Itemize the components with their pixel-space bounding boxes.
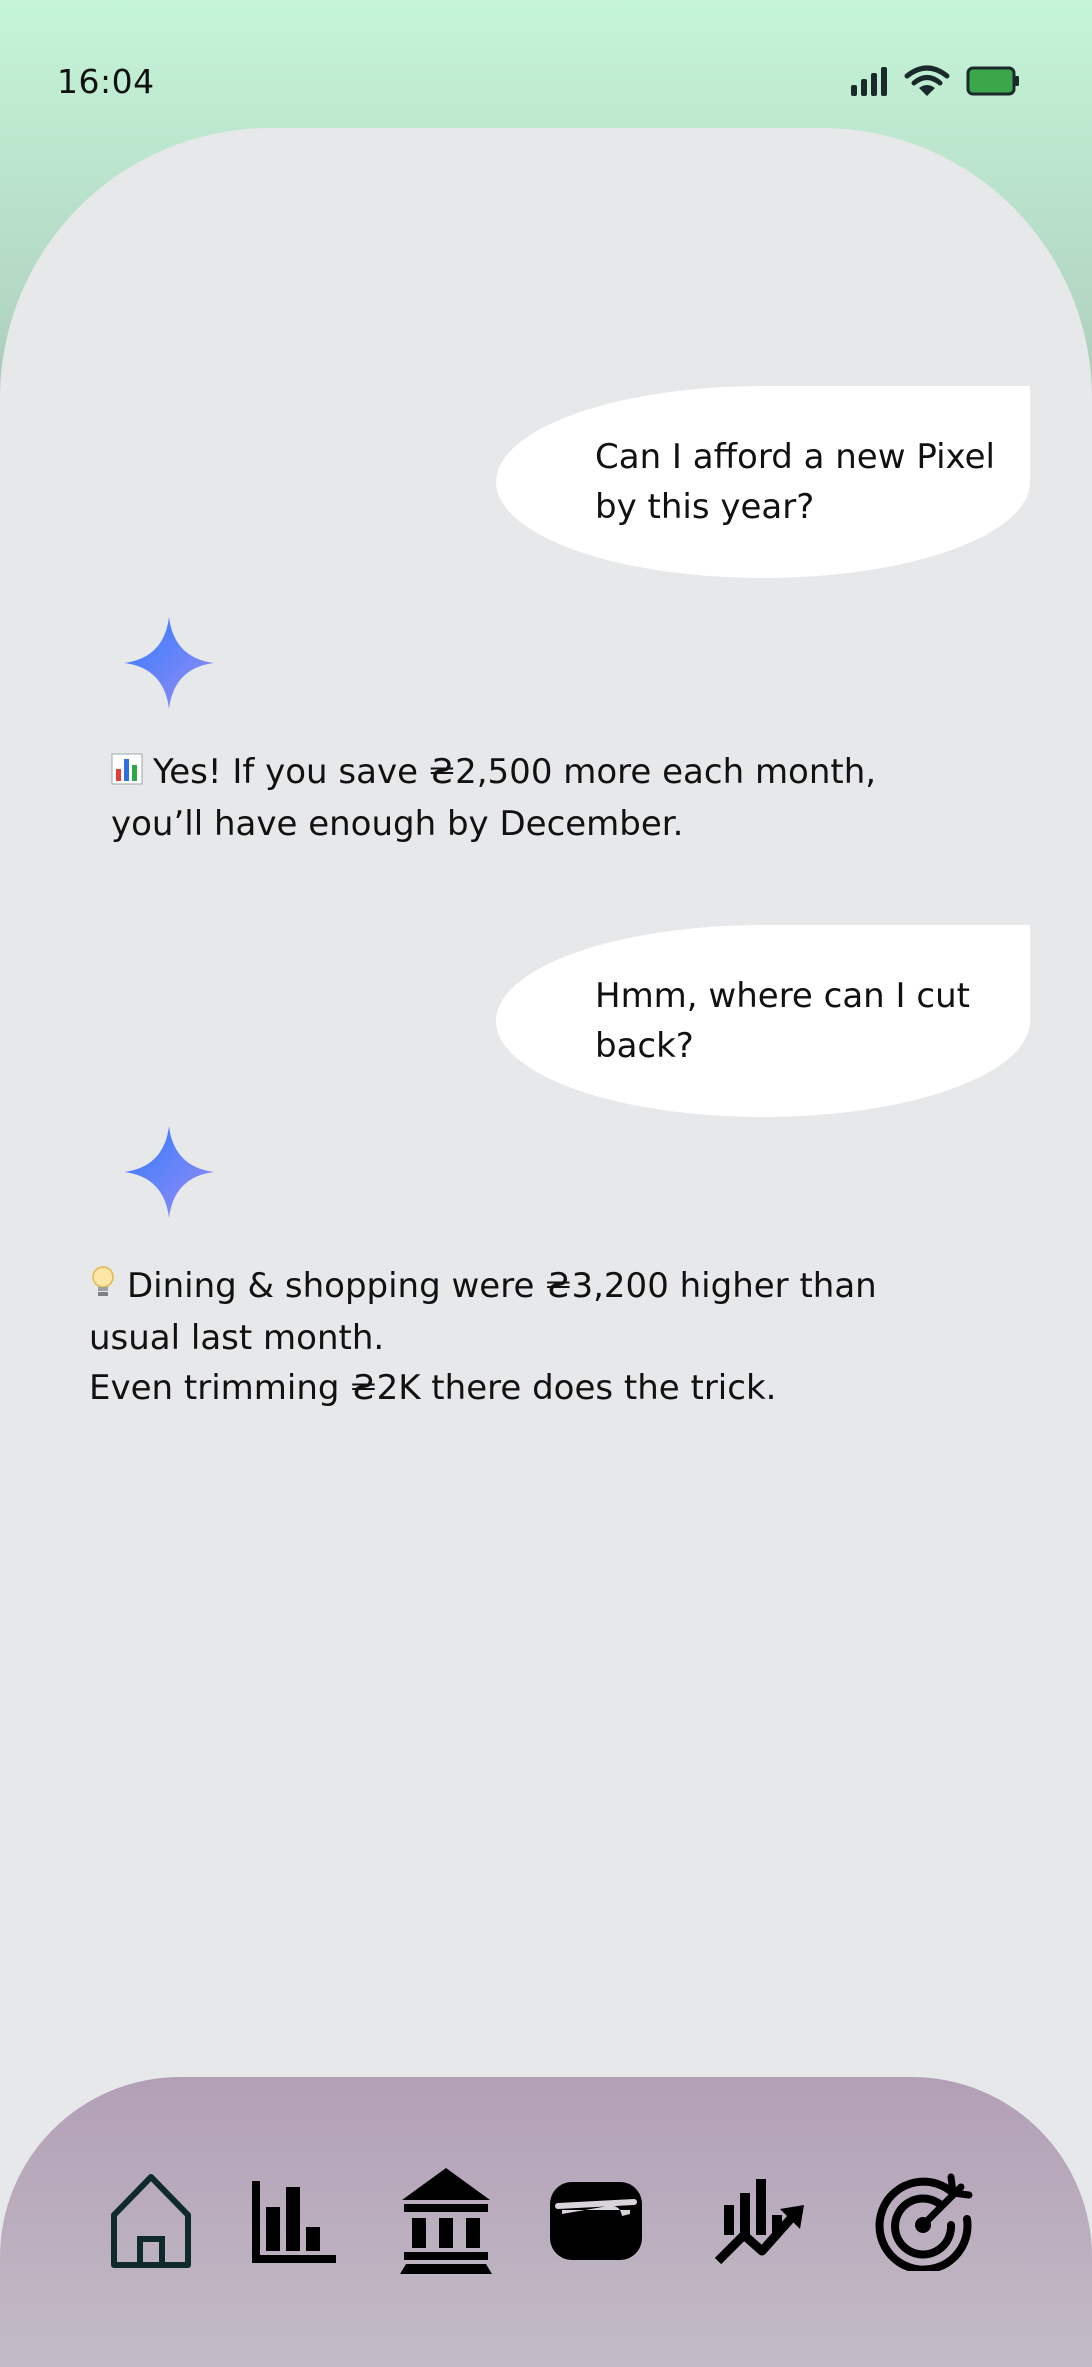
status-icons [850,64,1020,98]
home-icon [111,2174,191,2268]
nav-investments[interactable] [712,2166,812,2276]
wifi-icon [904,65,950,96]
bar-chart-icon [252,2181,336,2263]
bank-icon [400,2168,492,2274]
assistant-message-text-line2: Even trimming ₴2K there does the trick. [89,1367,777,1408]
nav-analytics[interactable] [244,2166,344,2276]
gemini-sparkle-icon [124,1126,214,1218]
assistant-message: Dining & shopping were ₴3,200 higher tha… [89,1261,969,1413]
gemini-sparkle-icon [124,617,214,709]
assistant-message: Yes! If you save ₴2,500 more each month,… [111,747,911,849]
user-message-text: Can I afford a new Pixel by this year? [595,437,995,527]
status-time: 16:04 [57,62,155,101]
user-message-bubble: Can I afford a new Pixel by this year? [496,386,1030,578]
wallet-icon [550,2182,642,2260]
bar-chart-emoji-icon [111,749,143,799]
battery-icon [966,66,1019,96]
nav-goals[interactable] [875,2166,975,2276]
nav-home[interactable] [101,2166,201,2276]
signal-icon [851,67,887,96]
nav-wallet[interactable] [546,2166,646,2276]
assistant-message-text: Dining & shopping were ₴3,200 higher tha… [89,1266,877,1358]
nav-bank[interactable] [396,2166,496,2276]
target-icon [875,2173,973,2271]
trending-up-icon [714,2179,804,2265]
user-message-text: Hmm, where can I cut back? [595,976,970,1066]
assistant-message-text: Yes! If you save ₴2,500 more each month,… [111,752,877,844]
status-bar: 16:04 [0,0,1092,120]
lightbulb-emoji-icon [89,1263,117,1313]
user-message-bubble: Hmm, where can I cut back? [496,925,1030,1117]
